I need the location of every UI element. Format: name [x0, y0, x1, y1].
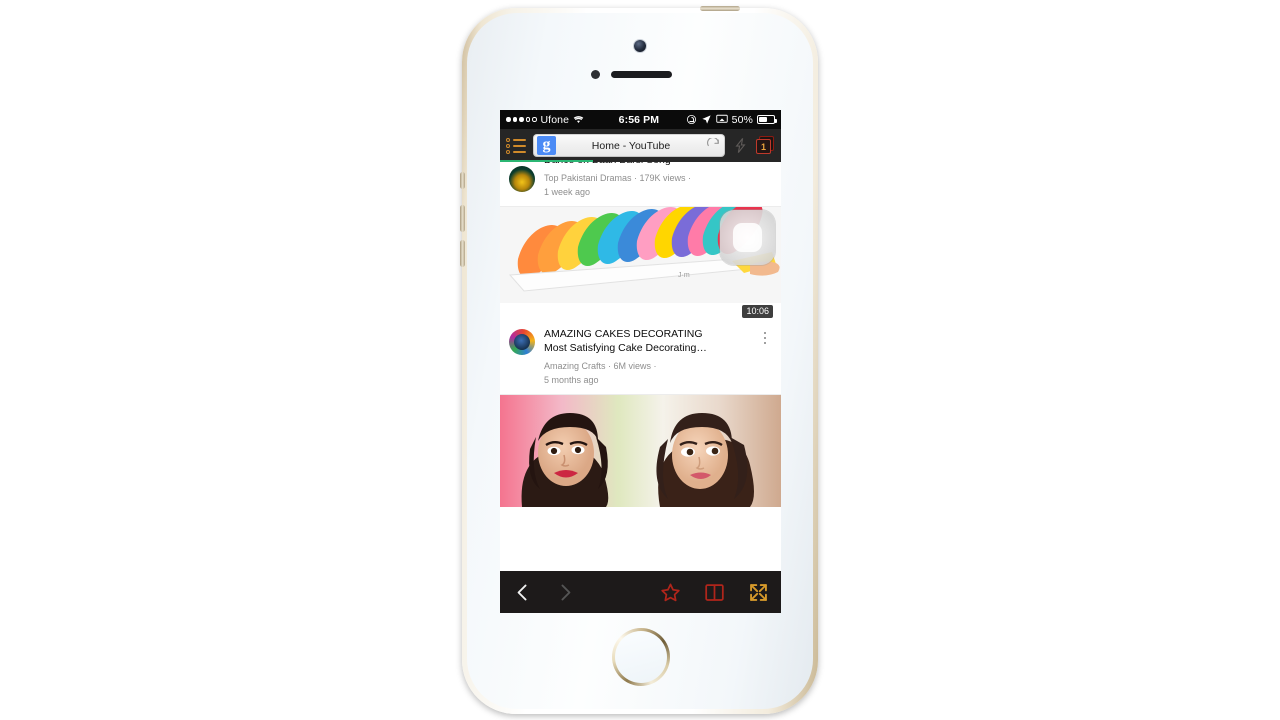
video-list-item[interactable]: Dance on Baan Barsi Song Top Pakistani D…	[500, 162, 781, 206]
thumbnail-colorful-slime-sticks[interactable]: J·m	[500, 206, 781, 303]
channel-avatar-top-pakistani-dramas[interactable]	[509, 166, 535, 192]
location-arrow-icon	[701, 114, 712, 125]
ios-status-bar: Ufone 6:56 PM 50%	[500, 110, 781, 129]
proximity-sensor	[591, 70, 600, 79]
status-bar-clock: 6:56 PM	[618, 113, 660, 126]
wifi-icon	[573, 114, 584, 125]
duration-chip-row: 10:06	[500, 302, 781, 323]
browser-toolbar: g Home - YouTube 1	[500, 129, 781, 162]
battery-percent-label: 50%	[731, 113, 753, 126]
lightning-bolt-icon[interactable]	[732, 137, 749, 154]
battery-icon	[757, 115, 777, 124]
screenshot-stage: Ufone 6:56 PM 50% g Home - YouTube 1 Top…	[0, 0, 1280, 720]
webpage-content: Dance on Baan Barsi Song Top Pakistani D…	[500, 162, 781, 594]
channel-avatar-amazing-crafts[interactable]	[509, 328, 535, 355]
video-title[interactable]: Dance on Baan Barsi Song	[544, 162, 772, 168]
reload-icon[interactable]	[706, 136, 721, 153]
address-bar[interactable]: g Home - YouTube	[533, 134, 725, 157]
tab-count-label: 1	[756, 139, 771, 154]
video-duration-badge: 10:06	[742, 304, 773, 318]
mute-switch[interactable]	[460, 172, 465, 189]
carrier-label: Ufone	[540, 113, 570, 126]
more-vertical-icon[interactable]	[758, 327, 772, 387]
navigation-controls	[512, 582, 576, 603]
tab-counter-button[interactable]: 1	[756, 136, 775, 155]
video-text-block: Dance on Baan Barsi Song Top Pakistani D…	[544, 162, 772, 199]
home-button[interactable]	[615, 631, 667, 683]
expand-arrows-icon[interactable]	[748, 582, 769, 603]
book-tabs-icon[interactable]	[704, 582, 725, 603]
video-title-second-line[interactable]: Most Satisfying Cake Decorating…	[544, 341, 749, 356]
browser-actions	[660, 582, 769, 603]
chevron-left-icon[interactable]	[512, 582, 533, 603]
svg-text:J·m: J·m	[678, 272, 690, 279]
power-button[interactable]	[700, 6, 740, 11]
thumbnail-two-women-faces[interactable]	[500, 394, 781, 507]
volume-down-button[interactable]	[460, 240, 465, 267]
chevron-right-icon	[555, 582, 576, 603]
google-favicon: g	[537, 136, 556, 155]
browser-bottom-bar	[500, 571, 781, 613]
volume-up-button[interactable]	[460, 205, 465, 232]
video-subtitle-line1: Top Pakistani Dramas · 179K views ·	[544, 172, 692, 183]
phone-screen: Ufone 6:56 PM 50% g Home - YouTube 1 Top…	[500, 110, 781, 613]
assistive-touch-indicator[interactable]	[720, 209, 775, 265]
status-bar-right: 50%	[686, 113, 777, 126]
video-list-item[interactable]: AMAZING CAKES DECORATING Most Satisfying…	[500, 323, 781, 394]
signal-strength-dots	[506, 117, 537, 122]
front-camera	[634, 40, 646, 52]
status-bar-left: Ufone	[506, 114, 584, 126]
list-menu-icon[interactable]	[506, 138, 526, 154]
video-subtitle-line2: 5 months ago	[544, 374, 599, 385]
video-text-block: AMAZING CAKES DECORATING Most Satisfying…	[544, 327, 749, 387]
video-subtitle-line1: Amazing Crafts · 6M views ·	[544, 360, 657, 371]
page-title: Home - YouTube	[591, 139, 671, 152]
video-subtitle-line2: 1 week ago	[544, 186, 591, 197]
earpiece-speaker	[611, 71, 672, 78]
video-title[interactable]: AMAZING CAKES DECORATING	[544, 327, 749, 342]
star-icon[interactable]	[660, 582, 681, 603]
airplay-icon	[715, 114, 728, 125]
rotation-lock-icon	[686, 114, 697, 125]
